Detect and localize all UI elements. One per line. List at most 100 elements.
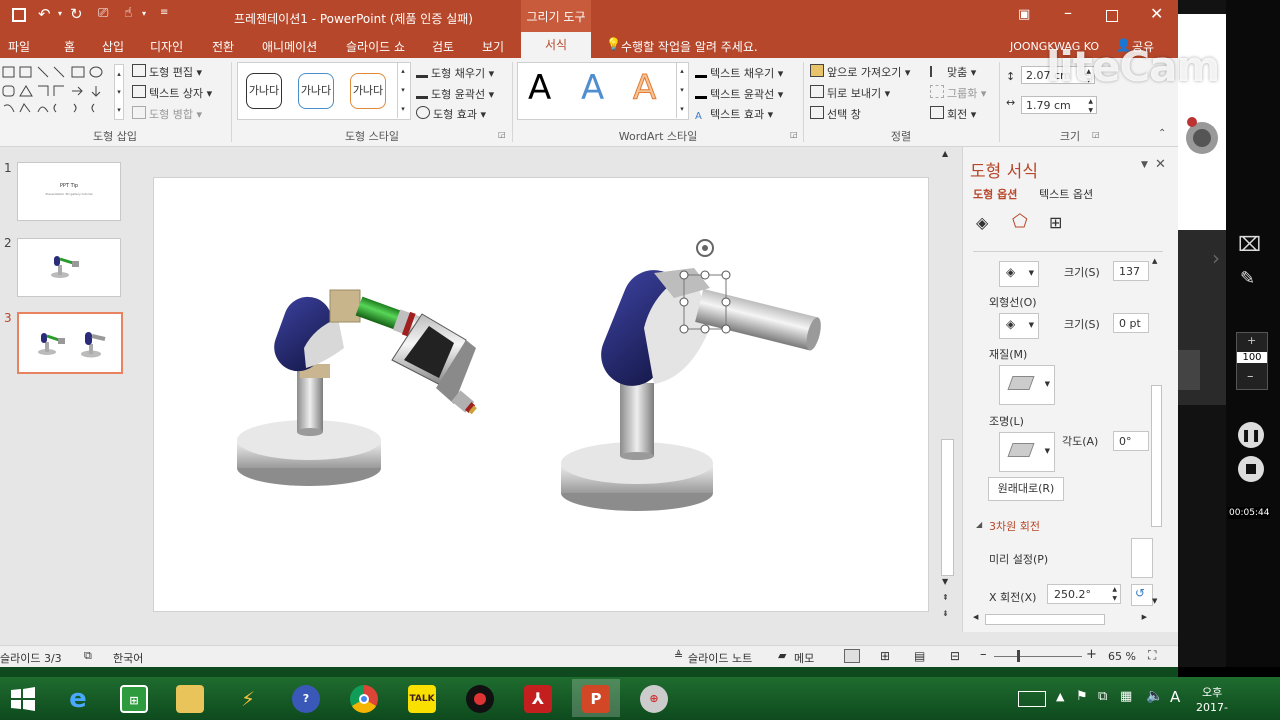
zoom-in-icon[interactable]: + [1086,647,1097,662]
section-expand-icon[interactable]: ◢ [976,520,982,529]
angle-field[interactable]: 0° [1113,431,1149,451]
zoom-plus-icon[interactable]: + [1247,334,1256,347]
ribbon-display-icon[interactable]: ▣ [1018,7,1030,22]
keyboard-icon[interactable] [1018,691,1046,707]
3d-rotation-section[interactable]: 3차원 회전 [989,518,1040,534]
camera-icon[interactable]: ⌧ [1238,232,1261,256]
selection-pane-button[interactable]: 선택 창 [810,106,861,122]
tab-slideshow[interactable]: 슬라이드 쇼 [346,38,405,55]
pane-scroll-left-icon[interactable]: ◀ [973,613,978,621]
tab-design[interactable]: 디자인 [150,38,183,55]
group-button[interactable]: 그룹화 ▾ [930,85,986,101]
maximize-icon[interactable] [1106,10,1118,22]
pane-scroll-thumb[interactable] [1151,385,1162,527]
slide-thumbnail-1[interactable]: PPT Tip Presentation 3D gallery tutorial [17,162,121,221]
minimize-icon[interactable]: – [1064,3,1072,22]
tab-home[interactable]: 홈 [64,38,75,55]
tray-flag-icon[interactable]: ⚑ [1076,689,1088,704]
taskbar-app4[interactable]: ⚡ [224,679,272,717]
wordart-launcher-icon[interactable]: ◲ [790,130,798,139]
wordart-scroll[interactable]: ▴ ▾ ▾ [676,62,687,118]
shape-style-1[interactable]: 가나다 [246,73,282,109]
shape-fill-button[interactable]: 도형 채우기 ▾ [416,64,494,81]
pane-scroll-down-icon[interactable]: ▼ [1152,597,1157,605]
slide-thumbnail-3[interactable] [17,312,123,374]
bring-forward-button[interactable]: 앞으로 가져오기 ▾ [810,64,910,80]
text-outline-button[interactable]: 텍스트 윤곽선 ▾ [695,85,783,102]
language-indicator[interactable]: 한국어 [113,650,143,666]
taskbar-app11[interactable]: ⊕ [630,679,678,717]
network-icon[interactable]: ▦ [1120,689,1132,704]
taskbar-powerpoint[interactable]: P [572,679,620,717]
text-effects-button[interactable]: A 텍스트 효과 ▾ [695,106,773,122]
effects-pentagon-icon[interactable]: ⬠ [1012,211,1028,232]
scroll-up-icon[interactable]: ▲ [942,149,948,158]
collapse-ribbon-icon[interactable]: ⌃ [1158,128,1166,139]
zoom-slider-thumb[interactable] [1017,650,1020,662]
tab-file[interactable]: 파일 [8,38,30,55]
reading-view-icon[interactable]: ▤ [914,649,925,663]
align-button[interactable]: 맞춤 ▾ [930,64,976,80]
color-dropdown[interactable]: ◈ ▼ [999,261,1039,287]
taskbar-app5[interactable]: ? [282,679,330,717]
touch-dropdown-icon[interactable]: ▾ [142,9,146,18]
pane-vertical-scrollbar[interactable]: ▲ ▼ [1150,257,1162,609]
zoom-slider[interactable] [994,656,1082,657]
slide-canvas[interactable] [153,177,929,612]
notes-icon[interactable]: ≜ [674,649,683,662]
redo-icon[interactable]: ↻ [70,5,83,23]
tab-review[interactable]: 검토 [432,38,454,55]
x-rotation-field[interactable]: 250.2° ▲ ▼ [1047,584,1121,604]
next-slide-icon[interactable]: ⇟ [942,609,949,618]
slide-thumbnail-2[interactable] [17,238,121,297]
material-dropdown[interactable]: ▼ [999,365,1055,405]
clock-date[interactable]: 2017- [1196,701,1228,714]
outline-color-dropdown[interactable]: ◈ ▼ [999,313,1039,339]
send-backward-button[interactable]: 뒤로 보내기 ▾ [810,85,890,101]
outline-size-field[interactable]: 0 pt [1113,313,1149,333]
left-robot-arm[interactable] [237,289,479,486]
undo-dropdown-icon[interactable]: ▾ [58,9,62,18]
touch-mode-icon[interactable]: ☝ [124,5,133,21]
zoom-level[interactable]: 65 % [1108,650,1136,663]
tab-format[interactable]: 서식 [521,32,591,58]
zoom-out-icon[interactable]: – [980,647,987,662]
pause-icon[interactable]: ❚❚ [1238,422,1264,448]
tell-me-input[interactable]: 수행할 작업을 알려 주세요. [621,38,758,55]
volume-icon[interactable]: 🔈 [1146,688,1163,704]
fit-slide-icon[interactable]: ⛶ [1148,648,1156,663]
wordart-style-1[interactable]: A [528,68,551,108]
pane-close-icon[interactable]: ✕ [1155,157,1166,172]
shape-style-2[interactable]: 가나다 [298,73,334,109]
spell-check-icon[interactable]: ⧉ [84,649,92,663]
comments-button[interactable]: 메모 [794,650,814,666]
pane-scroll-up-icon[interactable]: ▲ [1152,257,1157,265]
zoom-minus-icon[interactable]: – [1247,369,1254,384]
tray-chevron-icon[interactable]: ▲ [1056,690,1064,703]
start-windows-icon[interactable] [10,686,36,712]
scroll-down-icon[interactable]: ▼ [942,577,948,586]
chevron-right-icon[interactable]: › [1212,246,1220,270]
stop-icon[interactable] [1238,456,1264,482]
tab-insert[interactable]: 삽입 [102,38,124,55]
size-properties-icon[interactable]: ⊞ [1049,213,1062,232]
slideshow-icon[interactable]: ⊟ [950,649,960,663]
text-box-button[interactable]: 텍스트 상자 ▾ [132,85,212,101]
tray-app-icon[interactable]: ⧉ [1098,689,1107,704]
right-robot-arm[interactable] [561,261,824,511]
tab-animations[interactable]: 애니메이션 [262,38,317,55]
shape-style-3[interactable]: 가나다 [350,73,386,109]
taskbar-acrobat[interactable]: ⅄ [514,679,562,717]
pane-horizontal-scrollbar[interactable]: ◀ ▶ [971,613,1149,625]
fill-line-icon[interactable]: ◈ [976,213,988,232]
lighting-dropdown[interactable]: ▼ [999,432,1055,472]
recorder-zoom-control[interactable]: + 100 – [1236,332,1268,390]
wordart-style-3[interactable]: A [632,68,656,109]
from-beginning-icon[interactable]: ⎚ [98,6,108,21]
close-icon[interactable]: ✕ [1150,4,1163,23]
shape-outline-button[interactable]: 도형 윤곽선 ▾ [416,85,494,102]
pen-icon[interactable]: ✎ [1240,268,1255,289]
taskbar-chrome[interactable] [340,679,388,717]
taskbar-kakaotalk[interactable]: TALK [398,679,446,717]
normal-view-icon[interactable] [844,649,860,663]
